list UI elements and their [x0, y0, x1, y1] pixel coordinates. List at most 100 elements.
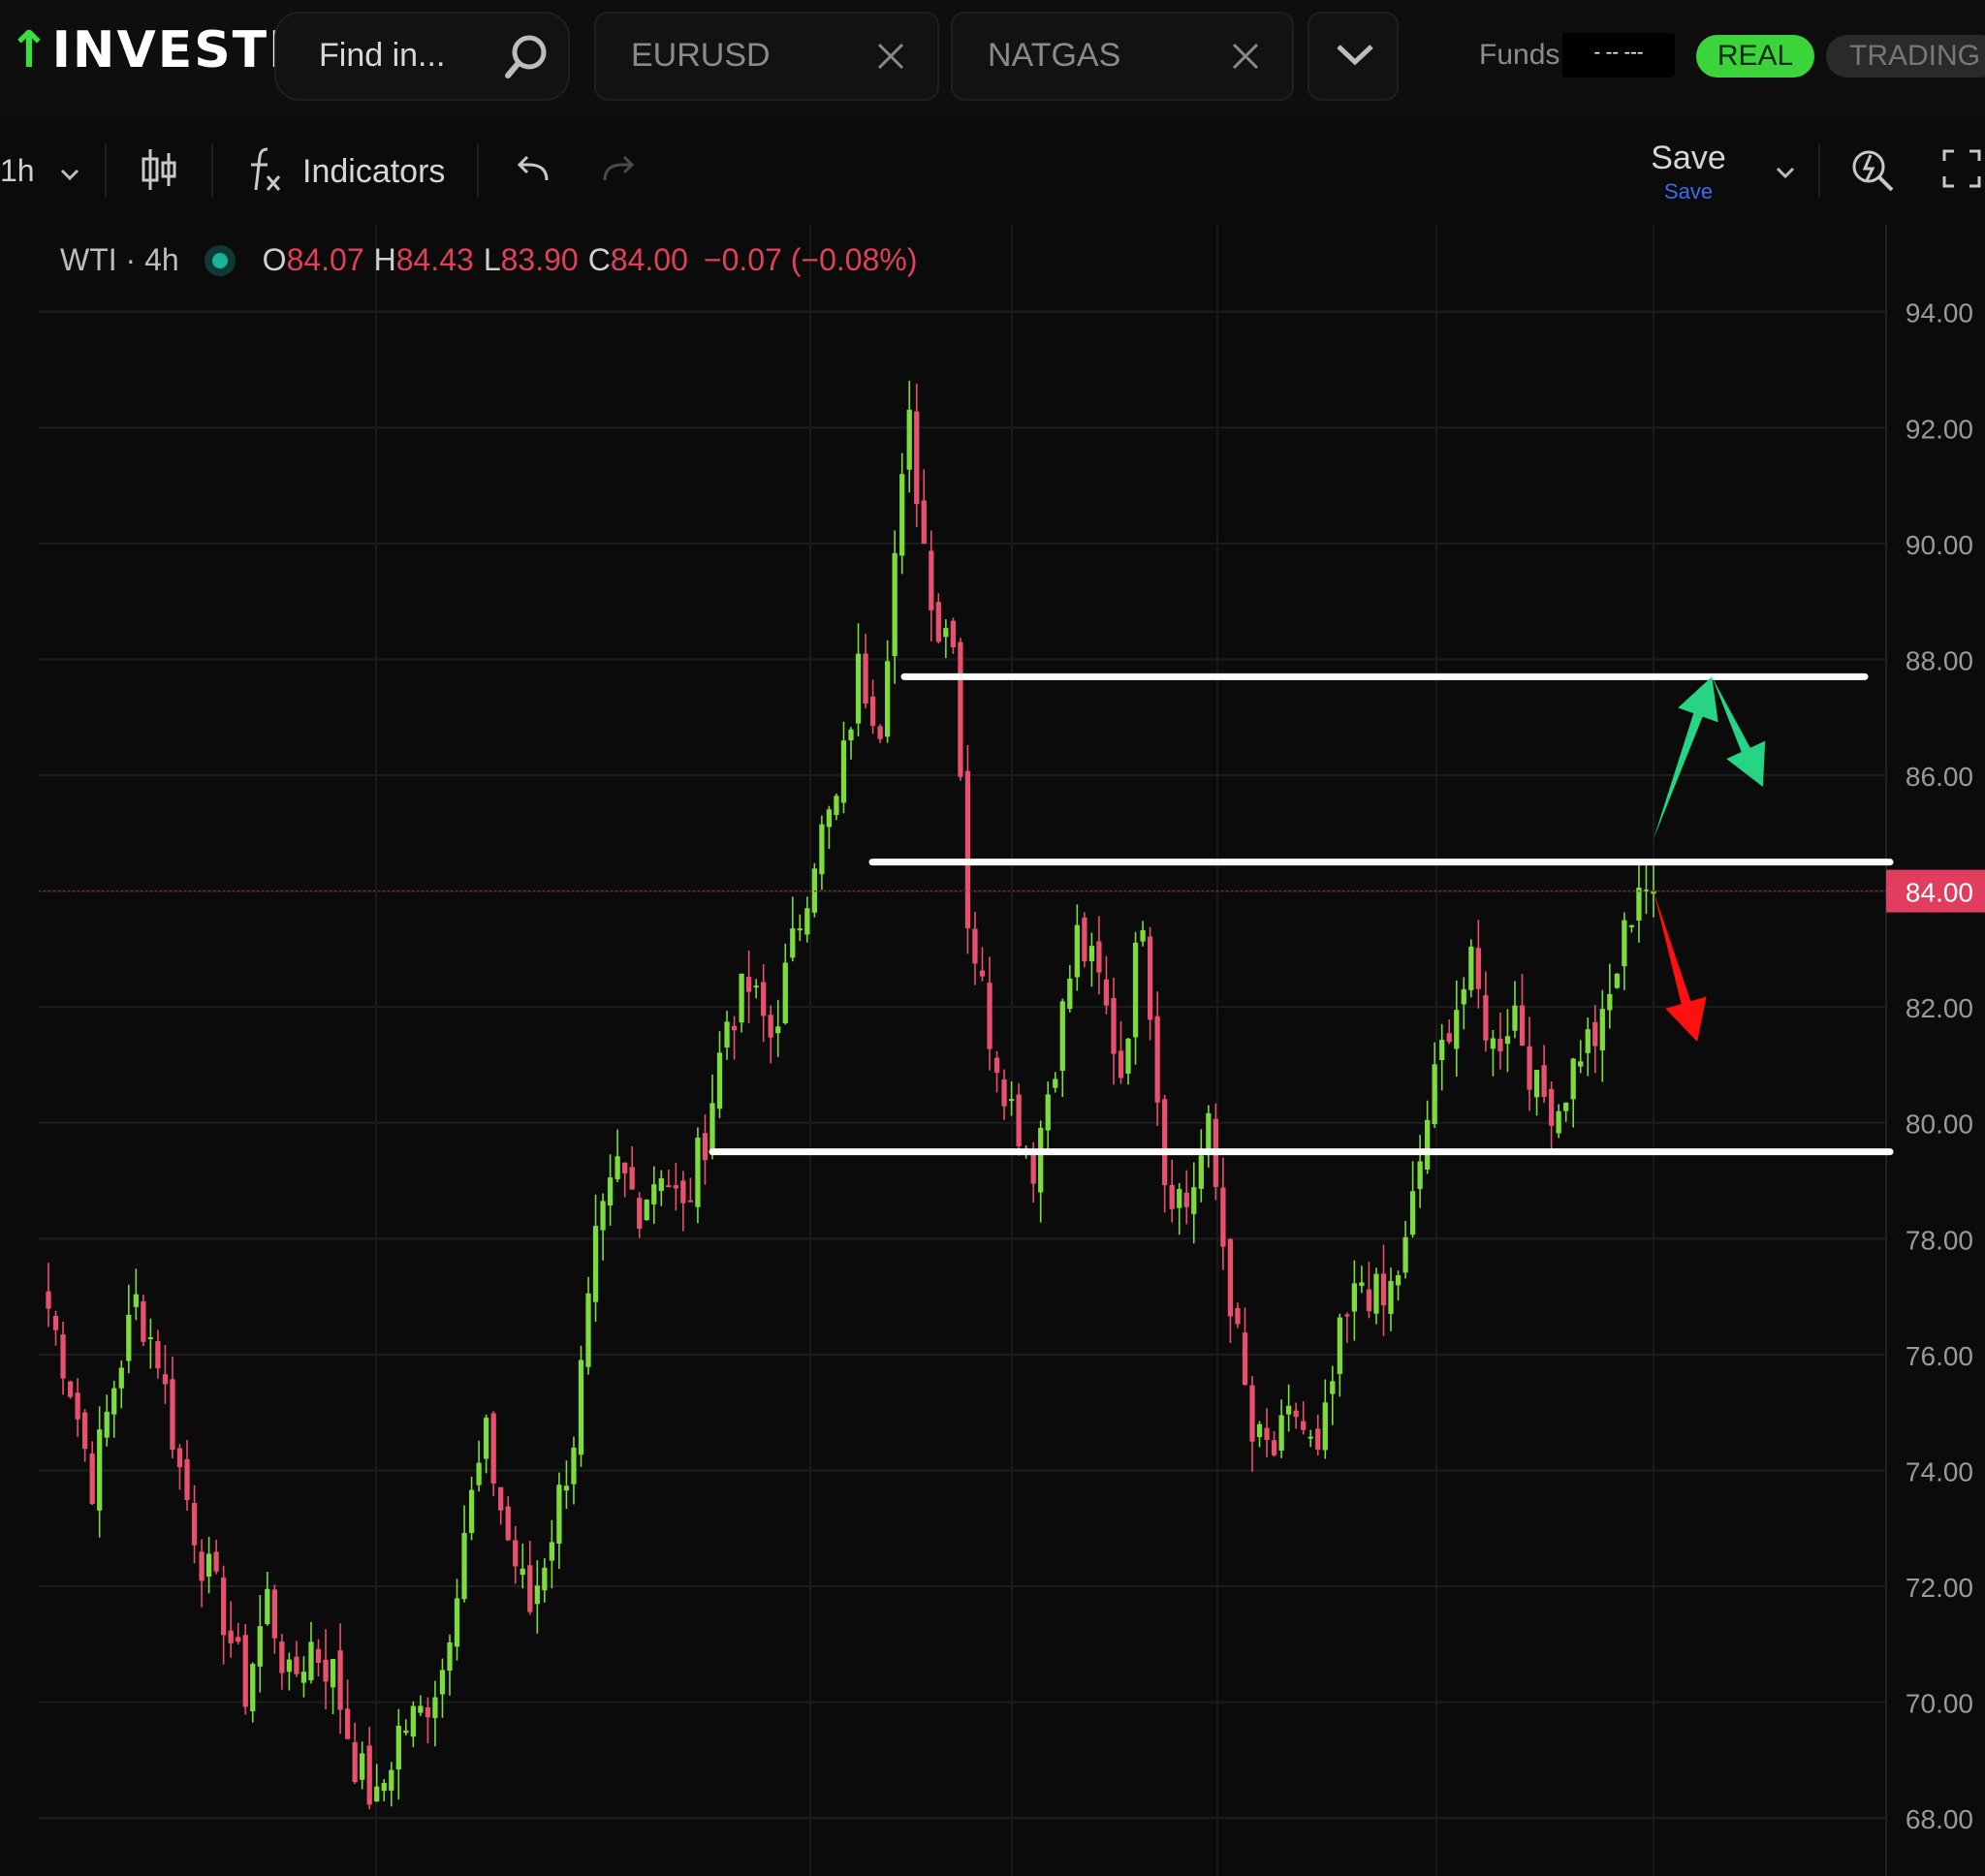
candle-up: [97, 1429, 103, 1511]
candle-down: [1169, 1185, 1175, 1209]
candle-down: [1096, 941, 1102, 973]
candle-down: [1111, 997, 1117, 1054]
candle-up: [1468, 946, 1474, 990]
candle-down: [1016, 1094, 1022, 1146]
candle-up: [403, 1730, 409, 1734]
undo-icon[interactable]: [514, 153, 552, 188]
candle-down: [1227, 1238, 1234, 1317]
candle-down: [637, 1198, 643, 1230]
candle-down: [1497, 1038, 1503, 1051]
save-menu-chevron-icon[interactable]: [1774, 165, 1797, 180]
candle-up: [1132, 942, 1139, 1038]
y-tick-label: 82.00: [1906, 993, 1973, 1023]
candle-down: [935, 602, 941, 642]
candle-up: [1177, 1189, 1182, 1208]
candle-down: [505, 1506, 511, 1541]
chart-type-candles-icon[interactable]: [140, 145, 178, 194]
save-button[interactable]: Save Save: [1648, 140, 1729, 204]
candle-up: [1388, 1280, 1394, 1314]
search-input[interactable]: Find in...: [319, 37, 445, 75]
candle-down: [279, 1642, 285, 1673]
candle-down: [1220, 1187, 1226, 1247]
candle-up: [133, 1294, 139, 1307]
symbol-label[interactable]: WTI · 4h: [60, 242, 179, 277]
candle-up: [1395, 1275, 1402, 1286]
close-key: C: [587, 242, 611, 277]
chart-canvas[interactable]: 94.00 92.00 90.00 88.00 86.00 84.00 82.00 80.00…: [0, 225, 1985, 1876]
y-tick-label: 86.00: [1906, 762, 1973, 792]
tab-natgas[interactable]: NATGAS: [951, 12, 1294, 101]
candle-down: [1446, 1033, 1452, 1043]
candle-down: [1001, 1079, 1007, 1107]
real-mode-toggle[interactable]: REAL: [1696, 35, 1814, 78]
candle-up: [716, 1052, 723, 1110]
price-chart[interactable]: 94.00 92.00 90.00 88.00 86.00 84.00 82.00 80.00…: [0, 225, 1985, 1876]
save-status: Save: [1663, 179, 1714, 203]
candle-down: [294, 1656, 299, 1674]
candle-up: [1585, 1029, 1591, 1053]
candle-down: [490, 1413, 496, 1484]
candle-down: [366, 1745, 372, 1805]
candle-down: [176, 1448, 183, 1468]
quick-search-icon[interactable]: [1849, 143, 1896, 196]
candle-up: [257, 1626, 263, 1667]
candle-up: [454, 1598, 460, 1647]
funds-label: Funds:: [1479, 39, 1568, 71]
candle-up: [644, 1199, 649, 1221]
tab-eurusd[interactable]: EURUSD: [594, 12, 939, 101]
candle-up: [790, 928, 796, 958]
candle-down: [622, 1162, 628, 1173]
candle-up: [1622, 920, 1627, 967]
y-tick-label: 74.00: [1906, 1456, 1973, 1486]
candle-up: [374, 1786, 380, 1802]
high-key: H: [373, 242, 396, 277]
candle-up: [1088, 946, 1095, 961]
candle-down: [1147, 936, 1153, 1020]
search-box[interactable]: Find in...: [274, 12, 570, 101]
candle-up: [389, 1769, 394, 1791]
candle-down: [877, 726, 883, 739]
candle-up: [885, 661, 891, 737]
y-tick-label: 90.00: [1906, 530, 1973, 560]
y-tick-label: 94.00: [1906, 298, 1973, 328]
candle-down: [1483, 995, 1489, 1041]
candle-down: [344, 1708, 351, 1739]
close-tab-icon[interactable]: [873, 39, 908, 74]
search-icon[interactable]: [500, 31, 552, 83]
candle-down: [221, 1578, 227, 1636]
market-open-dot: [211, 252, 228, 268]
chart-toolbar: 1h Indicators Save Save: [0, 116, 1985, 226]
candle-up: [563, 1485, 570, 1491]
candle-up: [1337, 1317, 1342, 1374]
candle-down: [680, 1180, 686, 1204]
candle-down: [46, 1291, 51, 1309]
candle-down: [1592, 1021, 1598, 1047]
change-value: −0.07 (−0.08%): [703, 242, 918, 277]
tabs-dropdown-button[interactable]: [1308, 12, 1399, 101]
candle-up: [1439, 1040, 1445, 1061]
interval-selector[interactable]: 1h: [0, 153, 35, 189]
candle-up: [1330, 1381, 1336, 1394]
candle-up: [1570, 1058, 1576, 1100]
candle-up: [1308, 1436, 1313, 1439]
candle-up: [205, 1553, 212, 1578]
redo-icon[interactable]: [599, 153, 638, 188]
candle-up: [265, 1588, 270, 1625]
candle-down: [89, 1454, 95, 1505]
candle-down: [1103, 979, 1110, 1006]
close-tab-icon[interactable]: [1228, 39, 1263, 74]
interval-chevron-icon[interactable]: [58, 167, 81, 182]
open-value: 84.07: [286, 242, 364, 277]
candle-down: [60, 1334, 66, 1379]
fullscreen-icon[interactable]: [1940, 147, 1983, 190]
low-value: 83.90: [500, 242, 579, 277]
candle-down: [170, 1379, 175, 1451]
close-value: 84.00: [610, 242, 688, 277]
candle-down: [964, 770, 971, 929]
candle-up: [658, 1177, 664, 1192]
candle-down: [929, 550, 934, 610]
indicators-fx-icon[interactable]: [246, 145, 285, 194]
trading-mode-toggle[interactable]: TRADING: [1826, 35, 1985, 78]
y-tick-label: 70.00: [1906, 1689, 1973, 1719]
indicators-button[interactable]: Indicators: [302, 153, 445, 191]
